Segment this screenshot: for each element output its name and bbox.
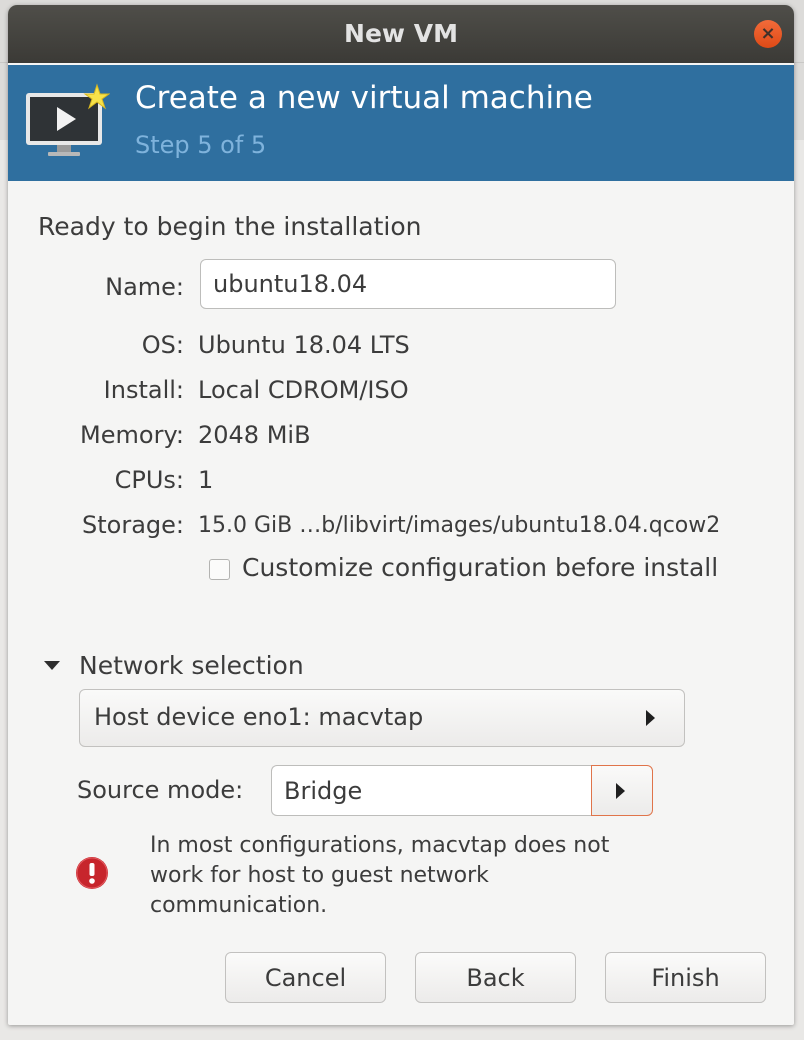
memory-value: 2048 MiB — [198, 421, 311, 449]
install-value: Local CDROM/ISO — [198, 376, 409, 404]
header-step: Step 5 of 5 — [135, 131, 267, 159]
error-icon — [76, 857, 108, 889]
macvtap-warning-text: In most configurations, macvtap does not… — [150, 833, 610, 918]
os-label: OS: — [141, 331, 184, 359]
titlebar[interactable]: New VM × — [8, 5, 794, 63]
summary-heading: Ready to begin the installation — [38, 212, 422, 241]
network-expander-label[interactable]: Network selection — [79, 651, 304, 680]
source-mode-dropdown-button[interactable] — [591, 765, 653, 816]
cpus-value: 1 — [198, 466, 214, 494]
storage-value: 15.0 GiB …b/libvirt/images/ubuntu18.04.q… — [198, 513, 721, 538]
customize-checkbox[interactable] — [209, 559, 230, 580]
source-mode-entry[interactable] — [271, 765, 591, 816]
cancel-button[interactable]: Cancel — [225, 952, 386, 1003]
close-icon: × — [760, 23, 776, 44]
wizard-content: Ready to begin the installation Name: OS… — [8, 181, 794, 1025]
window-title: New VM — [344, 19, 458, 48]
header-title: Create a new virtual machine — [135, 80, 593, 116]
source-mode-label: Source mode: — [77, 776, 244, 804]
customize-label[interactable]: Customize configuration before install — [242, 553, 718, 582]
install-label: Install: — [103, 376, 184, 404]
network-device-combo[interactable]: Host device eno1: macvtap — [79, 689, 685, 747]
finish-button[interactable]: Finish — [605, 952, 766, 1003]
os-value: Ubuntu 18.04 LTS — [198, 331, 410, 359]
close-button[interactable]: × — [754, 20, 782, 48]
dropdown-arrow-icon — [616, 783, 625, 799]
monitor-play-icon — [26, 83, 110, 156]
combo-arrow-icon — [646, 710, 655, 726]
cpus-label: CPUs: — [114, 466, 184, 494]
name-input[interactable] — [200, 259, 616, 309]
storage-label: Storage: — [82, 511, 184, 539]
network-device-value: Host device eno1: macvtap — [94, 703, 424, 731]
name-label: Name: — [105, 273, 184, 301]
expander-arrow-icon[interactable] — [44, 661, 60, 670]
new-vm-dialog: New VM × Create a new virtual machine St… — [8, 5, 794, 1025]
back-button[interactable]: Back — [415, 952, 576, 1003]
memory-label: Memory: — [80, 421, 184, 449]
wizard-header: Create a new virtual machine Step 5 of 5 — [8, 65, 794, 181]
